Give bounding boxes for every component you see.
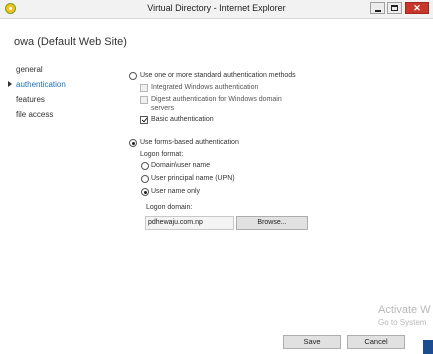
logon-format-label: Logon format: (140, 151, 184, 158)
logon-domain-input[interactable]: pdhewaju.com.np (145, 216, 234, 230)
digest-auth-label: Digest authentication for Windows domain (151, 96, 282, 103)
basic-auth-checkbox[interactable] (140, 116, 148, 124)
save-button[interactable]: Save (283, 335, 341, 349)
forms-auth-radio[interactable] (129, 139, 137, 147)
username-only-label: User name only (151, 188, 201, 195)
maximize-icon (391, 5, 398, 11)
close-button[interactable]: ✕ (405, 2, 429, 14)
domain-user-radio[interactable] (141, 162, 149, 170)
upn-radio[interactable] (141, 175, 149, 183)
standard-auth-label: Use one or more standard authentication … (140, 72, 296, 79)
dialog-content: owa (Default Web Site) general authentic… (0, 19, 433, 354)
window-title: Virtual Directory - Internet Explorer (147, 3, 286, 13)
minimize-button[interactable] (370, 2, 385, 14)
taskbar-edge (423, 340, 433, 354)
maximize-button[interactable] (387, 2, 402, 14)
title-bar: Virtual Directory - Internet Explorer ✕ (0, 0, 433, 19)
digest-auth-checkbox[interactable] (140, 96, 148, 104)
watermark-title: Activate W (378, 304, 431, 316)
forms-auth-label: Use forms-based authentication (140, 139, 239, 146)
upn-label: User principal name (UPN) (151, 175, 235, 182)
cancel-button[interactable]: Cancel (347, 335, 405, 349)
close-icon: ✕ (413, 2, 421, 13)
logon-domain-label: Logon domain: (146, 204, 193, 211)
activation-watermark: Activate W Go to System (378, 304, 431, 328)
basic-auth-label: Basic authentication (151, 116, 214, 123)
watermark-subtitle: Go to System (378, 318, 427, 327)
digest-auth-label-line2: servers (151, 105, 174, 112)
username-only-radio[interactable] (141, 188, 149, 196)
minimize-icon (374, 9, 381, 12)
integrated-auth-checkbox[interactable] (140, 84, 148, 92)
standard-auth-radio[interactable] (129, 72, 137, 80)
domain-user-label: Domain\user name (151, 162, 211, 169)
integrated-auth-label: Integrated Windows authentication (151, 84, 259, 91)
authentication-form: Use one or more standard authentication … (0, 19, 433, 354)
browse-button[interactable]: Browse... (236, 216, 308, 230)
